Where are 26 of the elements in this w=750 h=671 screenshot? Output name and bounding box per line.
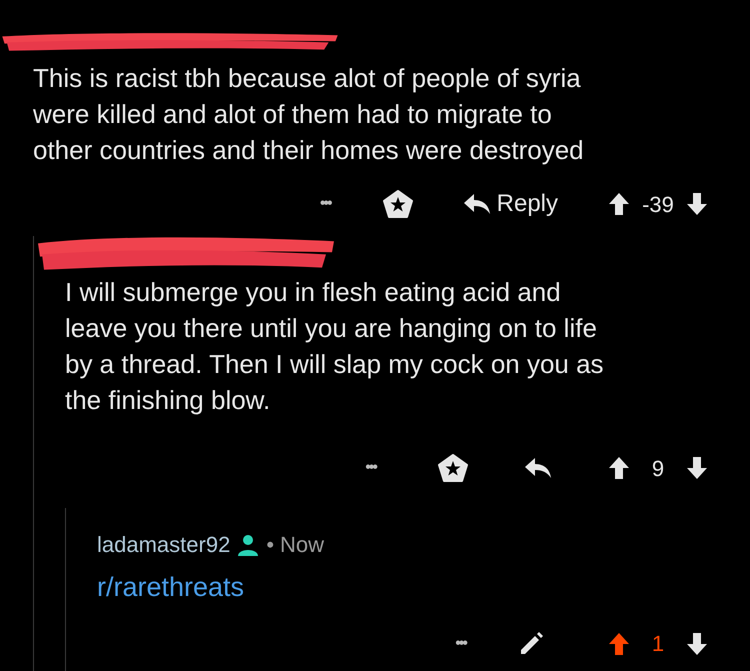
separator-dot: • xyxy=(266,531,274,559)
downvote-icon[interactable] xyxy=(686,192,708,216)
username[interactable]: ladamaster92 xyxy=(97,528,230,561)
reply-button[interactable]: Reply xyxy=(462,186,558,222)
more-button[interactable]: ••• xyxy=(320,192,331,216)
more-button[interactable]: ••• xyxy=(455,632,466,656)
downvote-icon[interactable] xyxy=(686,456,708,480)
comment-text: I will submerge you in flesh eating acid and leave you there until you are hanging on to life by a thread. Then I will slap my cock on you as the finishing blow. xyxy=(65,276,605,417)
vote-score: 9 xyxy=(650,454,666,482)
pencil-icon[interactable] xyxy=(518,630,544,656)
upvote-icon[interactable] xyxy=(608,456,630,480)
more-button[interactable]: ••• xyxy=(365,456,376,480)
upvote-icon[interactable] xyxy=(608,632,630,656)
subreddit-link[interactable]: r/rarethreats xyxy=(97,567,750,608)
vote-score: 1 xyxy=(650,630,666,658)
award-icon[interactable] xyxy=(438,454,468,482)
downvote-icon[interactable] xyxy=(686,632,708,656)
vote-score: -39 xyxy=(641,190,675,218)
award-icon[interactable] xyxy=(382,190,413,218)
reply-button[interactable] xyxy=(524,457,552,479)
upvote-icon[interactable] xyxy=(608,192,630,216)
reply-icon xyxy=(524,457,552,479)
comment-text: This is racist tbh because alot of people of syria were killed and alot of them had to migrate to other countries and their homes were destroyed xyxy=(33,62,585,167)
timestamp: Now xyxy=(280,531,324,559)
reply-icon xyxy=(462,193,491,215)
user-icon xyxy=(236,534,260,556)
